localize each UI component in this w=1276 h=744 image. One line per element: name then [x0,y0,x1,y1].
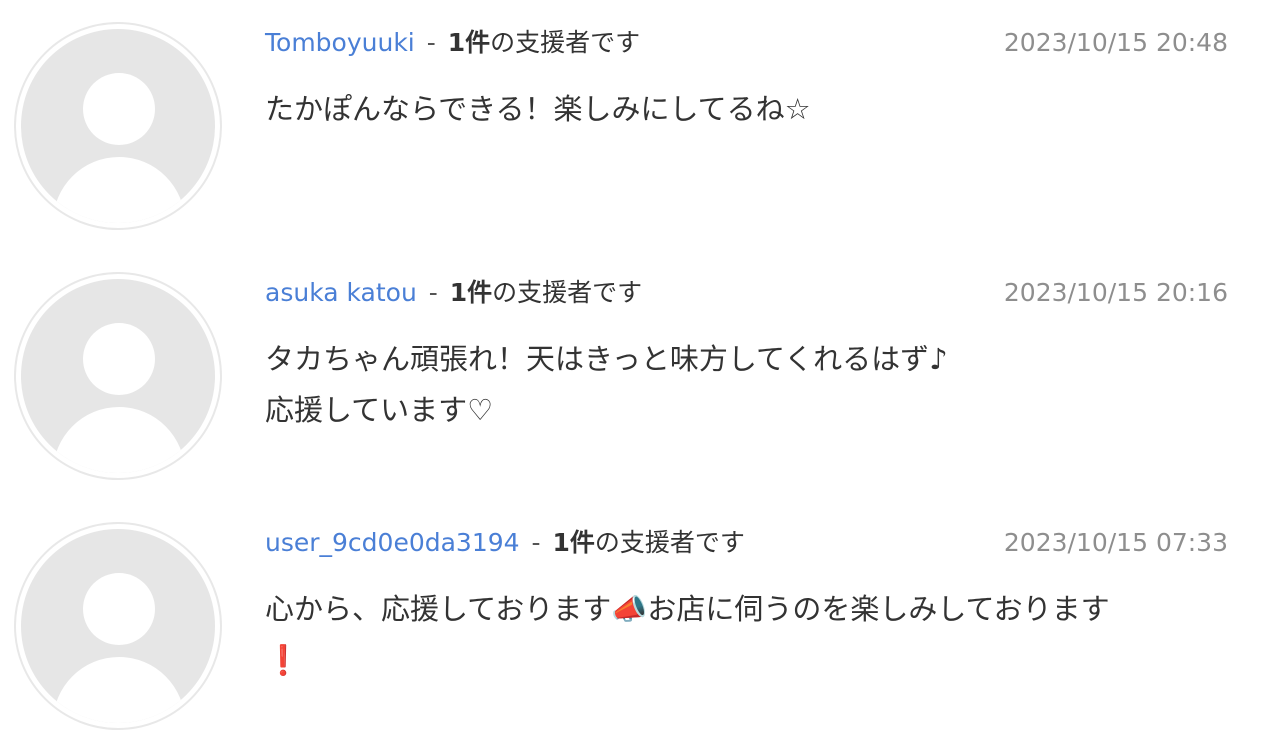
default-user-icon [21,529,215,723]
comment-item: asuka katou - 1件の支援者です 2023/10/15 20:16 … [0,250,1276,490]
comment-line: 心から、応援しております📣お店に伺うのを楽しみしております [265,592,1110,626]
support-count: 1件 [552,528,595,557]
supporter-label: の支援者です [492,278,643,307]
comment-line: 応援しています♡ [265,393,494,427]
avatar[interactable] [14,22,222,230]
support-count: 1件 [447,28,491,57]
comment-timestamp: 2023/10/15 20:16 [1003,278,1228,307]
comment-item: Tomboyuuki - 1件の支援者です 2023/10/15 20:48 た… [0,0,1276,240]
meta-separator: - [428,278,438,307]
avatar-head-shape [83,323,155,395]
username-link[interactable]: user_9cd0e0da3194 [265,528,520,557]
comment-meta: asuka katou - 1件の支援者です [265,276,642,310]
support-count: 1件 [449,278,493,307]
avatar[interactable] [14,522,222,730]
meta-separator: - [426,28,436,57]
comment-body: タカちゃん頑張れ！天はきっと味方してくれるはず♪ 応援しています♡ [265,334,1225,436]
avatar-body-shape [53,407,185,473]
comment-timestamp: 2023/10/15 20:48 [1003,28,1228,57]
avatar[interactable] [14,272,222,480]
default-user-icon [21,279,215,473]
comment-meta: Tomboyuuki - 1件の支援者です [265,26,640,60]
comment-body: たかぽんならできる！楽しみにしてるね☆ [265,84,1225,135]
comment-line: たかぽんならできる！楽しみにしてるね☆ [265,92,811,126]
comment-body: 心から、応援しております📣お店に伺うのを楽しみしております ❗ [265,584,1225,686]
username-link[interactable]: Tomboyuuki [265,28,415,57]
supporter-label: の支援者です [594,528,745,557]
meta-separator: - [531,528,541,557]
comment-line: タカちゃん頑張れ！天はきっと味方してくれるはず♪ [265,342,948,376]
exclamation-icon: ❗ [265,643,302,677]
default-user-icon [21,29,215,223]
comment-item: user_9cd0e0da3194 - 1件の支援者です 2023/10/15 … [0,500,1276,740]
comment-meta: user_9cd0e0da3194 - 1件の支援者です [265,526,745,560]
avatar-body-shape [53,657,185,723]
avatar-head-shape [83,73,155,145]
avatar-head-shape [83,573,155,645]
username-link[interactable]: asuka katou [265,278,417,307]
supporter-label: の支援者です [490,28,641,57]
avatar-body-shape [53,157,185,223]
comment-timestamp: 2023/10/15 07:33 [1003,528,1228,557]
